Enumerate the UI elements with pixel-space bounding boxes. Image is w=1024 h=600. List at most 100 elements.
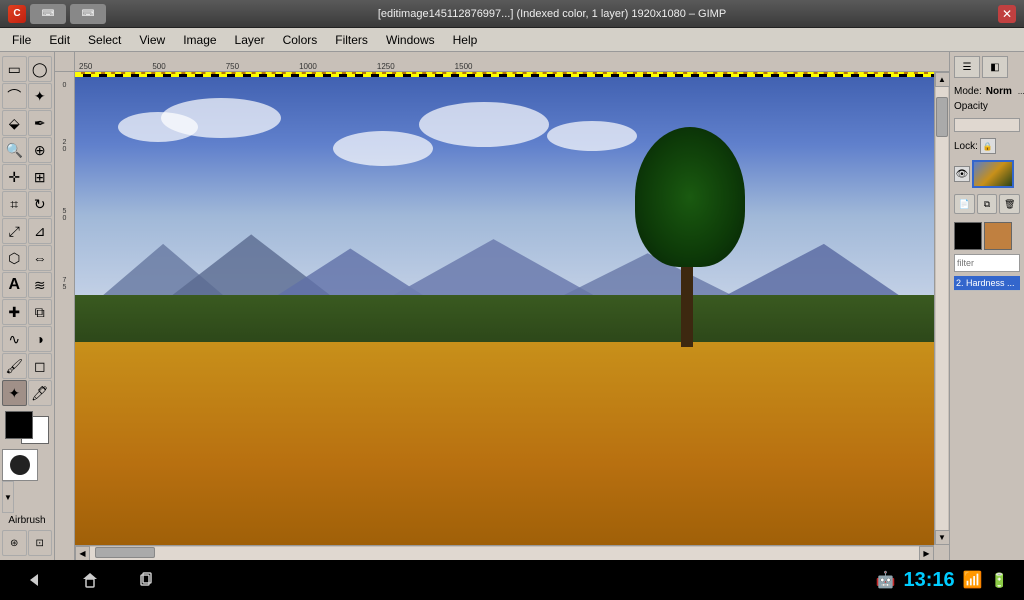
ruler-marks: 250 500 750 1000 1250 1500 <box>75 52 472 71</box>
scroll-up-btn[interactable]: ▲ <box>935 72 950 87</box>
swatch-black[interactable] <box>954 222 982 250</box>
cloud-3 <box>333 131 433 166</box>
layer-item[interactable]: 2. Hardness ... <box>954 276 1020 291</box>
menu-image[interactable]: Image <box>175 31 224 49</box>
new-layer-btn[interactable]: 📄 <box>954 194 975 214</box>
mode-suffix: ... <box>1018 87 1024 96</box>
canvas-image <box>75 72 934 545</box>
ruler-mark-0: 0 <box>63 82 67 89</box>
warp-tool[interactable]: ≋ <box>28 272 53 298</box>
mode-value: Norm <box>986 86 1012 97</box>
foreground-color[interactable] <box>5 411 33 439</box>
canvas-container[interactable] <box>75 72 934 545</box>
heal-tool[interactable]: ✚ <box>2 299 27 325</box>
android-statusbar: 🤖 13:16 📶 🔋 <box>0 560 1024 600</box>
tool-options-btn[interactable]: ⊛ <box>2 530 27 556</box>
shear-tool[interactable]: ⊿ <box>28 218 53 244</box>
perspective-tool[interactable]: ⬡ <box>2 245 27 271</box>
recents-button[interactable] <box>128 567 164 593</box>
zoom-tool[interactable]: 🔍 <box>2 137 27 163</box>
move-tool[interactable]: ✛ <box>2 164 27 190</box>
tool-row-bottom: ⊛ ⊡ <box>2 530 52 556</box>
app-icon: C <box>8 5 26 23</box>
scroll-right-btn[interactable]: ▶ <box>919 546 934 561</box>
vertical-scrollbar[interactable]: ▲ ▼ <box>934 72 949 545</box>
clone-tool[interactable]: ⧉ <box>28 299 53 325</box>
flip-tool[interactable]: ⇔ <box>28 245 53 271</box>
paintbrush-tool[interactable]: 🖌 <box>2 353 27 379</box>
airbrush-label: Airbrush <box>2 514 52 527</box>
ruler-mark-1000: 1000 <box>299 62 317 71</box>
filter-input[interactable] <box>954 254 1020 272</box>
brush-preview[interactable] <box>2 449 38 481</box>
menu-view[interactable]: View <box>131 31 173 49</box>
rotate-tool[interactable]: ↻ <box>28 191 53 217</box>
window-title: [editimage145112876997...] (Indexed colo… <box>106 8 998 20</box>
nav-buttons <box>16 567 164 593</box>
fuzzy-select-tool[interactable]: ✦ <box>28 83 53 109</box>
device-status-btn[interactable]: ⊡ <box>28 530 53 556</box>
main-area: ▭ ◯ ⌒ ✦ ⬙ ✒ 🔍 ⊕ ✛ ⊞ ⌗ ↻ ⤢ ⊿ ⬡ ⇔ <box>0 52 1024 560</box>
rectangle-select-tool[interactable]: ▭ <box>2 56 27 82</box>
brush-shape <box>10 455 30 475</box>
smudge-tool[interactable]: ∿ <box>2 326 27 352</box>
dodge-burn-tool[interactable]: ◑ <box>28 326 53 352</box>
mode-row: Mode: Norm ... <box>954 86 1020 97</box>
horizontal-scrollbar[interactable]: ◀ ▶ <box>75 545 934 560</box>
home-button[interactable] <box>72 567 108 593</box>
android-robot-icon: 🤖 <box>876 570 896 590</box>
ink-tool[interactable]: 🖊 <box>28 380 53 406</box>
align-tool[interactable]: ⊞ <box>28 164 53 190</box>
free-select-tool[interactable]: ⌒ <box>2 83 27 109</box>
kb-icon-1[interactable]: ⌨ <box>30 4 66 24</box>
menu-help[interactable]: Help <box>445 31 486 49</box>
layer-thumbnail[interactable] <box>972 160 1014 188</box>
opacity-slider[interactable] <box>954 118 1020 132</box>
menu-filters[interactable]: Filters <box>327 31 376 49</box>
canvas-area: 250 500 750 1000 1250 1500 0 20 50 75 <box>55 52 949 560</box>
scroll-down-btn[interactable]: ▼ <box>935 530 950 545</box>
color-picker-tool[interactable]: ✒ <box>28 110 53 136</box>
color-selector[interactable] <box>5 411 49 444</box>
ruler-mark-5: 50 <box>63 208 67 222</box>
wifi-icon: 📶 <box>963 570 983 590</box>
menu-edit[interactable]: Edit <box>41 31 78 49</box>
text-tool[interactable]: A <box>2 272 27 298</box>
menu-layer[interactable]: Layer <box>227 31 273 49</box>
eraser-tool[interactable]: ◻ <box>28 353 53 379</box>
duplicate-layer-btn[interactable]: ⧉ <box>977 194 998 214</box>
swatch-brown[interactable] <box>984 222 1012 250</box>
scroll-track-v <box>936 87 948 530</box>
opacity-row: Opacity <box>954 101 1020 112</box>
scale-tool[interactable]: ⤢ <box>2 218 27 244</box>
kb-icon-2[interactable]: ⌨ <box>70 4 106 24</box>
layers-tab[interactable]: ☰ <box>954 56 980 78</box>
scroll-thumb-v[interactable] <box>936 97 948 137</box>
brush-options[interactable]: ▼ <box>2 481 14 513</box>
crop-tool[interactable]: ⌗ <box>2 191 27 217</box>
menu-windows[interactable]: Windows <box>378 31 443 49</box>
scroll-thumb-h[interactable] <box>95 547 155 558</box>
panel-tabs: ☰ ◧ <box>954 56 1020 78</box>
back-button[interactable] <box>16 567 52 593</box>
menu-select[interactable]: Select <box>80 31 129 49</box>
delete-layer-btn[interactable]: 🗑 <box>999 194 1020 214</box>
battery-icon: 🔋 <box>991 572 1008 589</box>
airbrush-tool[interactable]: ✦ <box>2 380 27 406</box>
ellipse-select-tool[interactable]: ◯ <box>28 56 53 82</box>
measure-tool[interactable]: ⊕ <box>28 137 53 163</box>
channels-tab[interactable]: ◧ <box>982 56 1008 78</box>
panel-buttons: 📄 ⧉ 🗑 <box>954 194 1020 214</box>
close-button[interactable]: ✕ <box>998 5 1016 23</box>
cloud-2 <box>161 98 281 138</box>
ruler-mark-1250: 1250 <box>377 62 395 71</box>
ruler-mark-1500: 1500 <box>455 62 473 71</box>
paths-tool[interactable]: ⬙ <box>2 110 27 136</box>
scroll-left-btn[interactable]: ◀ <box>75 546 90 561</box>
menu-colors[interactable]: Colors <box>275 31 326 49</box>
lock-pixels-btn[interactable]: 🔒 <box>980 138 996 154</box>
tool-row-12: 🖌 ◻ <box>2 353 52 379</box>
menu-file[interactable]: File <box>4 31 39 49</box>
menubar: File Edit Select View Image Layer Colors… <box>0 28 1024 52</box>
layer-visibility-toggle[interactable]: 👁 <box>954 166 970 182</box>
